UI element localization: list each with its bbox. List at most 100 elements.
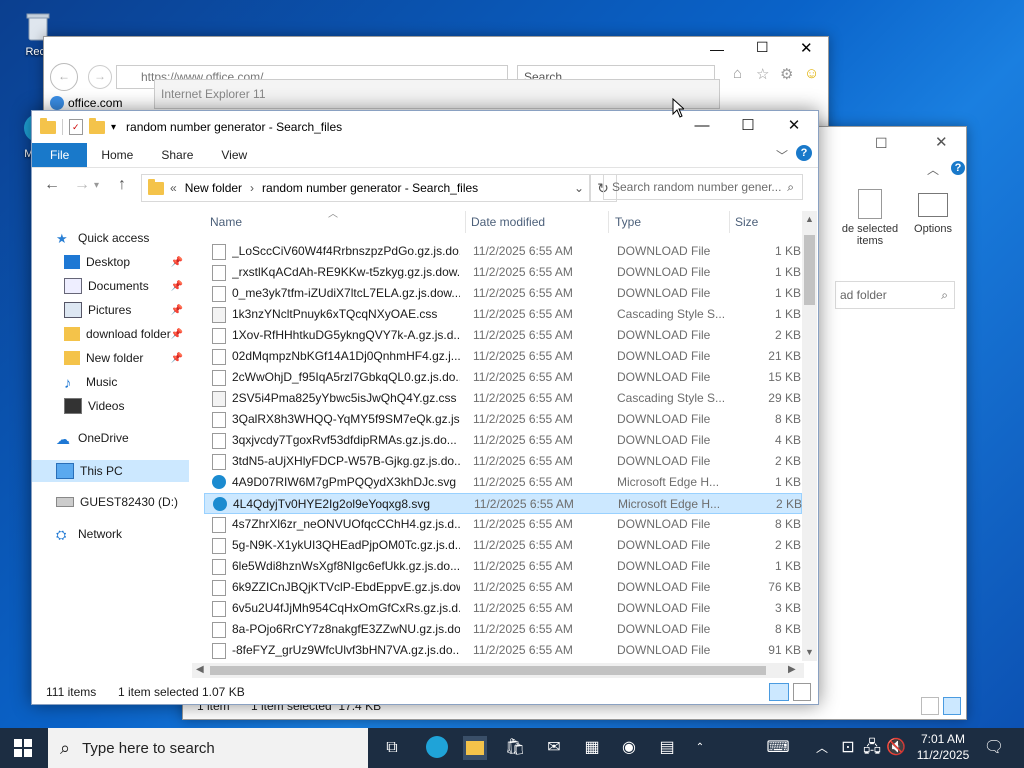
chevron-icon[interactable]: ⌃ [688,736,712,760]
table-row[interactable]: 4L4QdyjTv0HYE2Ig2ol9eYoqxg8.svg 11/2/2025… [204,493,802,514]
tab-view[interactable]: View [207,143,261,167]
table-row[interactable]: 0_me3yk7tfm-iZUdiX7ltcL7ELA.gz.js.dow...… [204,283,802,304]
tab-share[interactable]: Share [147,143,207,167]
table-row[interactable]: 3qxjvcdy7TgoxRvf53dfdipRMAs.gz.js.do... 1… [204,430,802,451]
sidebar-item-new-folder[interactable]: New folder 📌 [32,347,189,369]
taskbar-search-input[interactable]: ⌕ Type here to search [48,728,368,768]
vertical-scrollbar[interactable]: ▲ ▼ [802,211,817,661]
table-row[interactable]: 6k9ZZICnJBQjKTVclP-EbdEppvE.gz.js.dow...… [204,577,802,598]
select-none-button[interactable]: de selected items [835,189,905,247]
table-row[interactable]: 6v5u2U4fJjMh954CqHxOmGfCxRs.gz.js.d... 11… [204,598,802,619]
large-icons-view-icon[interactable] [943,697,961,715]
new-folder-icon[interactable] [89,117,105,134]
vertical-scroll-thumb[interactable] [804,235,815,305]
maximize-icon[interactable]: ☐ [756,39,769,56]
back-icon[interactable]: ← [50,63,78,91]
smiley-icon[interactable]: ☺ [804,65,819,82]
column-type[interactable]: Type [615,215,641,229]
app-taskbar-icon[interactable]: ▦ [580,736,604,760]
scroll-up-icon[interactable]: ▲ [805,214,814,224]
search-input[interactable]: Search random number gener... ⌕ [603,174,803,200]
chevron-up-icon[interactable]: ︿ [927,161,939,178]
breadcrumb-new-folder[interactable]: New folder [185,181,242,195]
close-button[interactable]: ✕ [771,111,817,141]
sidebar-item-onedrive[interactable]: ☁ OneDrive [32,427,189,449]
back-icon[interactable]: ← [44,176,60,194]
large-icons-view-icon[interactable] [793,683,811,701]
network-tray-icon[interactable]: 🖧 [860,736,884,760]
sidebar-item-network[interactable]: ⛭ Network [32,523,189,545]
sidebar-item-pictures[interactable]: Pictures 📌 [32,299,189,321]
bg-search-box[interactable]: ad folder ⌕ [835,281,955,309]
table-row[interactable]: _LoSccCiV60W4f4RrbnszpzPdGo.gz.js.do... 1… [204,241,802,262]
table-row[interactable]: 2SV5i4Pma825yYbwc5isJwQhQ4Y.gz.css 11/2/2… [204,388,802,409]
table-row[interactable]: 2cWwOhjD_f95IqA5rzl7GbkqQL0.gz.js.do... 1… [204,367,802,388]
expand-ribbon-icon[interactable]: ﹀ [776,147,788,164]
help-icon[interactable]: ? [951,161,965,175]
minimize-button[interactable]: — [679,111,725,141]
scroll-down-icon[interactable]: ▼ [805,647,814,657]
close-icon[interactable]: ✕ [935,133,948,151]
sidebar-item-quick-access[interactable]: ★ Quick access [32,227,189,249]
breadcrumb-separator-icon[interactable]: › [250,181,254,195]
table-row[interactable]: 8a-POjo6RrCY7z8nakgfE3ZZwNU.gz.js.do... 1… [204,619,802,640]
details-view-icon[interactable] [921,697,939,715]
sidebar-item-music[interactable]: ♪ Music [32,371,189,393]
scroll-left-icon[interactable]: ◀ [196,664,204,675]
store-taskbar-icon[interactable]: 🛍 [503,736,527,760]
sidebar-item-documents[interactable]: Documents 📌 [32,275,189,297]
app2-taskbar-icon[interactable]: ▤ [655,736,679,760]
battery-icon[interactable]: ⊡ [836,736,860,760]
table-row[interactable]: 1Xov-RfHHhtkuDG5ykngQVY7k-A.gz.js.d... 11… [204,325,802,346]
breadcrumb-overflow-icon[interactable]: « [170,181,177,195]
table-row[interactable]: 5g-N9K-X1ykUI3QHEadPjpOM0Tc.gz.js.d... 11… [204,535,802,556]
up-icon[interactable]: ↑ [118,176,126,194]
options-button[interactable]: Options [907,189,959,235]
home-icon[interactable]: ⌂ [733,65,742,82]
properties-icon[interactable]: ✓ [69,119,83,135]
keyboard-icon[interactable]: ⌨ [766,736,790,760]
notifications-icon[interactable]: 🗨 [982,736,1006,760]
scroll-right-icon[interactable]: ▶ [788,664,796,675]
volume-icon[interactable]: 🔇 [884,736,908,760]
sidebar-item-download-folder[interactable]: download folder 📌 [32,323,189,345]
tab-home[interactable]: Home [87,143,147,167]
table-row[interactable]: 6le5Wdi8hznWsXgf8NIgc6efUkk.gz.js.do... 1… [204,556,802,577]
column-size[interactable]: Size [735,215,758,229]
edge-taskbar-icon[interactable] [425,736,449,760]
forward-icon[interactable]: → [88,65,112,89]
start-button[interactable] [14,739,32,760]
sidebar-item-drive-d[interactable]: GUEST82430 (D:) [32,491,189,513]
sidebar-item-this-pc[interactable]: This PC [32,460,189,482]
sidebar-item-desktop[interactable]: Desktop 📌 [32,251,189,273]
table-row[interactable]: 1k3nzYNcltPnuyk6xTQcqNXyOAE.css 11/2/2025… [204,304,802,325]
maximize-button[interactable]: ☐ [725,111,771,141]
tab-file[interactable]: File [32,143,88,167]
table-row[interactable]: 4A9D07RIW6M7gPmPQQydX3khDJc.svg 11/2/2025… [204,472,802,493]
clock[interactable]: 7:01 AM 11/2/2025 [914,731,972,763]
close-icon[interactable]: ✕ [800,39,813,57]
horizontal-scroll-thumb[interactable] [210,666,766,675]
horizontal-scrollbar[interactable]: ◀ ▶ [192,663,804,678]
table-row[interactable]: 4s7ZhrXl6zr_neONVUOfqcCChH4.gz.js.d... 11… [204,514,802,535]
recent-locations-icon[interactable]: ▾ [94,180,99,191]
gear-icon[interactable]: ⚙ [780,65,793,83]
forward-icon[interactable]: → [74,176,90,194]
customize-qat-icon[interactable]: ▾ [111,122,116,133]
favorites-icon[interactable]: ☆ [756,65,769,83]
address-dropdown-icon[interactable]: ⌄ [574,181,584,195]
table-row[interactable]: 3tdN5-aUjXHlyFDCP-W57B-Gjkg.gz.js.do... 1… [204,451,802,472]
mail-taskbar-icon[interactable]: ✉ [542,736,566,760]
minimize-icon[interactable]: — [710,41,724,57]
file-explorer-taskbar-icon[interactable] [463,736,487,760]
show-hidden-icons-icon[interactable]: ︿ [810,736,834,760]
column-date[interactable]: Date modified [471,215,545,229]
table-row[interactable]: 02dMqmpzNbKGf14A1Dj0QnhmHF4.gz.j... 11/2/… [204,346,802,367]
table-row[interactable]: 3QalRX8h3WHQQ-YqMY5f9SM7eQk.gz.js... 11/2… [204,409,802,430]
details-view-icon[interactable] [769,683,789,701]
help-icon[interactable]: ? [796,145,812,161]
chrome-taskbar-icon[interactable]: ◉ [617,736,641,760]
breadcrumb-current[interactable]: random number generator - Search_files [262,181,478,195]
task-view-icon[interactable]: ⧉ [380,736,404,760]
sidebar-item-videos[interactable]: Videos [32,395,189,417]
